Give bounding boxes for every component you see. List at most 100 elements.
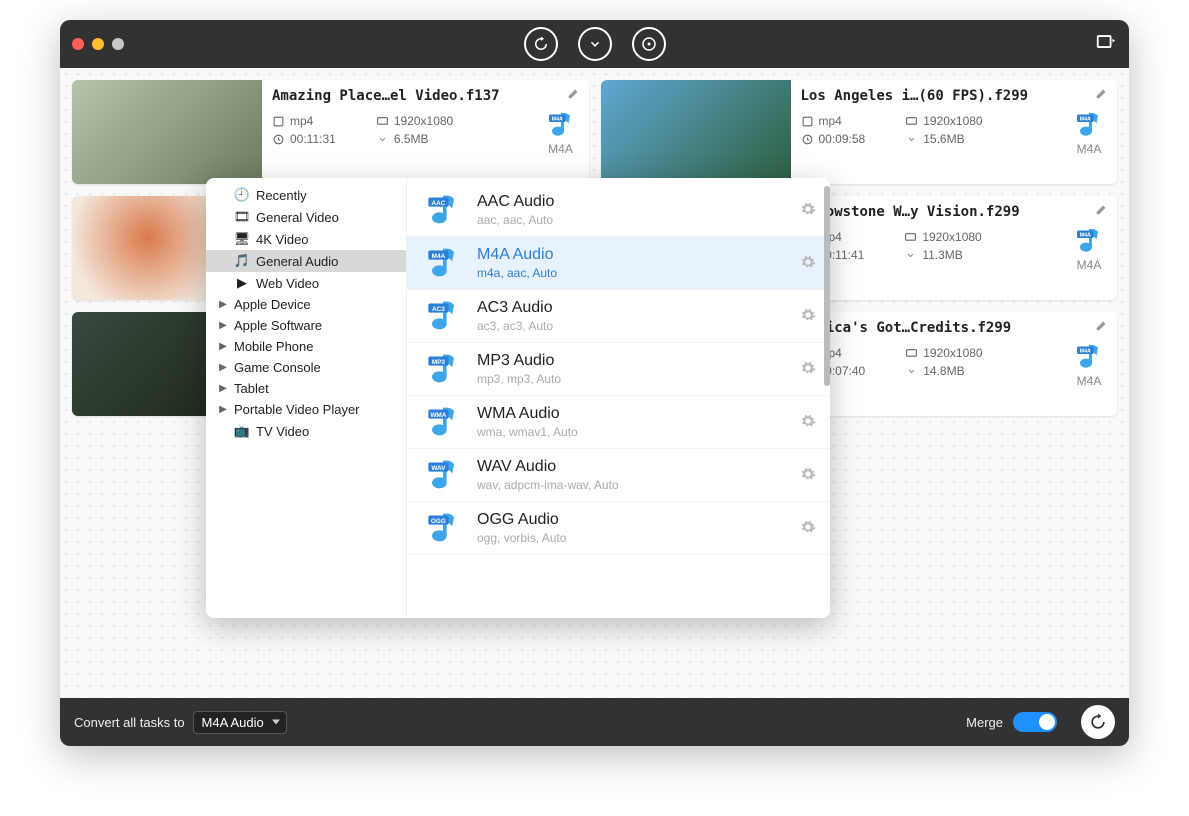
edit-icon[interactable] (1095, 318, 1109, 335)
category-apple-device[interactable]: ▶ Apple Device (206, 294, 406, 315)
edit-icon[interactable] (1095, 202, 1109, 219)
library-icon[interactable] (1095, 32, 1117, 57)
convert-all-label: Convert all tasks to (74, 715, 185, 730)
file-card[interactable]: Los Angeles i…(60 FPS).f299mp400:09:5819… (601, 80, 1118, 184)
convert-tab-icon[interactable] (524, 27, 558, 61)
svg-text:M4A: M4A (1080, 117, 1091, 123)
svg-text:OGG: OGG (431, 518, 446, 525)
svg-text:AAC: AAC (431, 200, 445, 207)
chevron-right-icon: ▶ (218, 341, 228, 352)
output-format-badge[interactable]: M4AM4A (1071, 110, 1107, 156)
merge-toggle[interactable] (1013, 712, 1057, 732)
format-tags: mp3, mp3, Auto (477, 372, 788, 386)
format-name: WAV Audio (477, 458, 788, 476)
format-tags: wav, adpcm-ima-wav, Auto (477, 478, 788, 492)
svg-text:M4A: M4A (1080, 233, 1091, 239)
file-title: ellowstone W…y Vision.f299 (801, 204, 1108, 220)
category-tablet[interactable]: ▶ Tablet (206, 378, 406, 399)
category-apple-software[interactable]: ▶ Apple Software (206, 315, 406, 336)
format-aac[interactable]: AAC AAC Audio aac, aac, Auto (407, 184, 830, 237)
file-list-area: Amazing Place…el Video.f137 mp4 00:11:31 19… (60, 68, 1129, 698)
4k-icon: 🖥 (234, 231, 250, 247)
convert-all-value: M4A Audio (202, 715, 264, 730)
format-tags: aac, aac, Auto (477, 213, 788, 227)
format-m4a[interactable]: M4AM4A Audiom4a, aac, Auto (407, 237, 830, 290)
format-chooser-popover: 🕘Recently 🎞 General Video 🖥 4K Video 🎵General… (206, 178, 830, 618)
film-icon: 🎞 (234, 209, 250, 225)
category-label: Game Console (234, 360, 321, 375)
format-wav[interactable]: WAV WAV Audio wav, adpcm-ima-wav, Auto (407, 449, 830, 502)
file-card[interactable]: Amazing Place…el Video.f137mp400:11:3119… (72, 80, 589, 184)
minimize-window[interactable] (92, 38, 104, 50)
gear-icon[interactable] (800, 519, 816, 538)
file-size: 11.3MB (904, 248, 981, 262)
category-label: Tablet (234, 381, 269, 396)
thumbnail (72, 80, 262, 184)
edit-icon[interactable] (567, 86, 581, 103)
format-wma[interactable]: WMAWMA Audiowma, wmav1, Auto (407, 396, 830, 449)
category-4k-video[interactable]: 🖥 4K Video (206, 228, 406, 250)
scrollbar[interactable] (824, 186, 830, 386)
file-size: 15.6MB (905, 132, 982, 146)
maximize-window[interactable] (112, 38, 124, 50)
output-format-badge[interactable]: M4AM4A (543, 110, 579, 156)
format-icon: OGG (421, 510, 465, 546)
format-mp3[interactable]: MP3MP3 Audiomp3, mp3, Auto (407, 343, 830, 396)
bottom-toolbar: Convert all tasks to M4A Audio Merge (60, 698, 1129, 746)
category-label: TV Video (256, 424, 309, 439)
category-label: 4K Video (256, 232, 309, 247)
category-label: General Video (256, 210, 339, 225)
chevron-right-icon: ▶ (218, 362, 228, 373)
file-duration: 00:11:31 (272, 132, 336, 146)
chevron-right-icon: ▶ (218, 404, 228, 415)
format-ogg[interactable]: OGG OGG Audio ogg, vorbis, Auto (407, 502, 830, 555)
file-format: mp4 (801, 114, 866, 128)
category-label: Apple Device (234, 297, 311, 312)
format-name: AAC Audio (477, 193, 788, 211)
gear-icon[interactable] (800, 307, 816, 326)
file-size: 6.5MB (376, 132, 453, 146)
category-sidebar: 🕘Recently 🎞 General Video 🖥 4K Video 🎵General… (206, 178, 407, 618)
chevron-right-icon: ▶ (218, 383, 228, 394)
gear-icon[interactable] (800, 201, 816, 220)
category-portable-video-player[interactable]: ▶Portable Video Player (206, 399, 406, 420)
output-format-badge[interactable]: M4AM4A (1071, 342, 1107, 388)
chevron-right-icon: ▶ (218, 299, 228, 310)
close-window[interactable] (72, 38, 84, 50)
gear-icon[interactable] (800, 413, 816, 432)
start-convert-button[interactable] (1081, 705, 1115, 739)
file-size: 14.8MB (905, 364, 982, 378)
category-mobile-phone[interactable]: ▶Mobile Phone (206, 336, 406, 357)
format-name: OGG Audio (477, 511, 788, 529)
category-web-video[interactable]: ▶Web Video (206, 272, 406, 294)
file-resolution: 1920x1080 (904, 230, 981, 244)
svg-text:AC3: AC3 (432, 306, 445, 313)
output-format-badge[interactable]: M4AM4A (1071, 226, 1107, 272)
merge-label: Merge (966, 715, 1003, 730)
category-label: Apple Software (234, 318, 322, 333)
thumbnail (601, 80, 791, 184)
format-icon: WAV (421, 457, 465, 493)
category-recently[interactable]: 🕘Recently (206, 184, 406, 206)
format-tags: m4a, aac, Auto (477, 266, 788, 280)
format-tags: ogg, vorbis, Auto (477, 531, 788, 545)
format-ac3[interactable]: AC3AC3 Audioac3, ac3, Auto (407, 290, 830, 343)
file-title: Amazing Place…el Video.f137 (272, 88, 579, 104)
chevron-right-icon: ▶ (218, 320, 228, 331)
gear-icon[interactable] (800, 254, 816, 273)
gear-icon[interactable] (800, 466, 816, 485)
category-general-audio[interactable]: 🎵General Audio (206, 250, 406, 272)
gear-icon[interactable] (800, 360, 816, 379)
category-general-video[interactable]: 🎞 General Video (206, 206, 406, 228)
convert-all-select[interactable]: M4A Audio (193, 711, 287, 734)
file-resolution: 1920x1080 (905, 114, 982, 128)
edit-icon[interactable] (1095, 86, 1109, 103)
download-tab-icon[interactable] (578, 27, 612, 61)
category-tv-video[interactable]: 📺TV Video (206, 420, 406, 442)
disc-tab-icon[interactable] (632, 27, 666, 61)
format-tags: ac3, ac3, Auto (477, 319, 788, 333)
category-game-console[interactable]: ▶ Game Console (206, 357, 406, 378)
file-title: merica's Got…Credits.f299 (801, 320, 1108, 336)
file-resolution: 1920x1080 (376, 114, 453, 128)
svg-text:MP3: MP3 (432, 359, 446, 366)
